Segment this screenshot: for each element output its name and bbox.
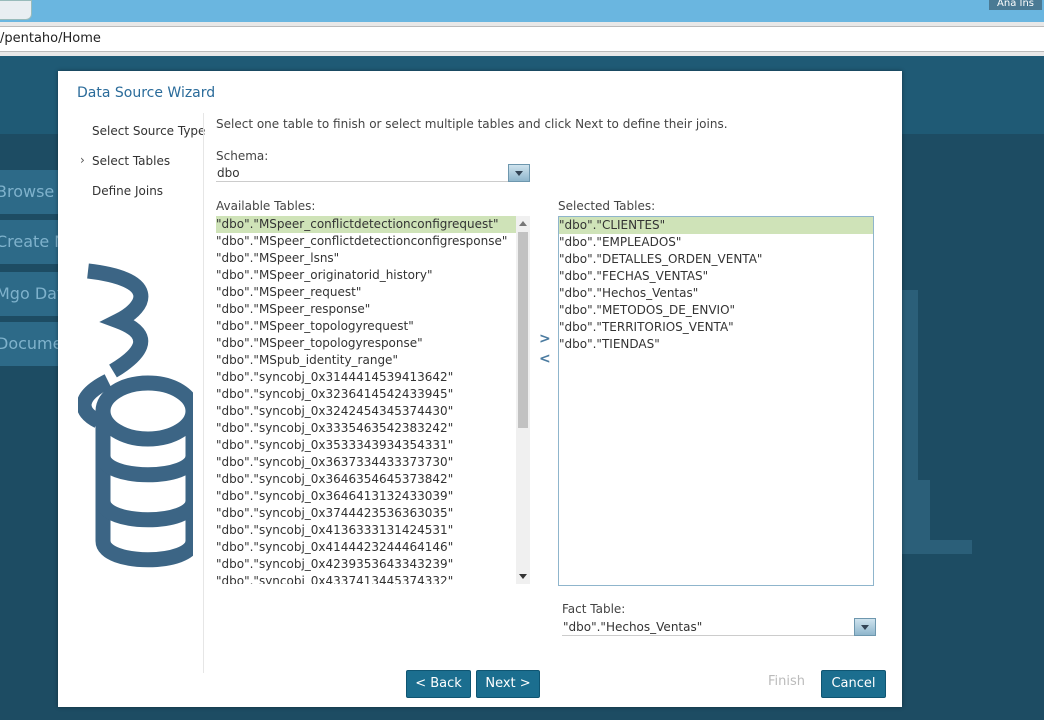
selected-table-item[interactable]: "dbo"."DETALLES_ORDEN_VENTA" bbox=[559, 251, 873, 268]
available-table-item[interactable]: "dbo"."MSpeer_topologyresponse" bbox=[216, 335, 530, 352]
schema-label: Schema: bbox=[216, 149, 269, 163]
available-table-item[interactable]: "dbo"."MSpeer_originatorid_history" bbox=[216, 267, 530, 284]
chevron-down-icon[interactable] bbox=[854, 618, 876, 636]
available-table-item[interactable]: "dbo"."syncobj_0x3646413132433039" bbox=[216, 488, 530, 505]
step-define-joins[interactable]: Define Joins bbox=[92, 184, 163, 198]
available-table-item[interactable]: "dbo"."MSpeer_topologyrequest" bbox=[216, 318, 530, 335]
available-table-item[interactable]: "dbo"."MSpeer_conflictdetectionconfigreq… bbox=[216, 216, 530, 233]
selected-table-item[interactable]: "dbo"."METODOS_DE_ENVIO" bbox=[559, 302, 873, 319]
available-table-item[interactable]: "dbo"."syncobj_0x4144423244464146" bbox=[216, 539, 530, 556]
schema-value: dbo bbox=[217, 166, 240, 180]
step-label: Select Tables bbox=[92, 154, 171, 168]
selected-tables-label: Selected Tables: bbox=[558, 199, 656, 213]
selected-table-item[interactable]: "dbo"."EMPLEADOS" bbox=[559, 234, 873, 251]
available-table-item[interactable]: "dbo"."syncobj_0x3335463542383242" bbox=[216, 420, 530, 437]
chevron-down-icon[interactable] bbox=[508, 164, 530, 182]
available-table-item[interactable]: "dbo"."syncobj_0x3144414539413642" bbox=[216, 369, 530, 386]
fact-table-select[interactable]: "dbo"."Hechos_Ventas" bbox=[562, 618, 876, 636]
selected-table-item[interactable]: "dbo"."TIENDAS" bbox=[559, 336, 873, 353]
available-table-item[interactable]: "dbo"."syncobj_0x3533343934354331" bbox=[216, 437, 530, 454]
fact-table-label: Fact Table: bbox=[562, 602, 626, 616]
available-table-item[interactable]: "dbo"."MSpub_identity_range" bbox=[216, 352, 530, 369]
instruction-text: Select one table to finish or select mul… bbox=[216, 117, 728, 131]
selected-table-item[interactable]: "dbo"."Hechos_Ventas" bbox=[559, 285, 873, 302]
available-table-item[interactable]: "dbo"."syncobj_0x3744423536363035" bbox=[216, 505, 530, 522]
available-tables-scrollbar[interactable] bbox=[516, 216, 530, 584]
available-table-item[interactable]: "dbo"."syncobj_0x3646354645373842" bbox=[216, 471, 530, 488]
selected-table-item[interactable]: "dbo"."TERRITORIOS_VENTA" bbox=[559, 319, 873, 336]
database-icon bbox=[78, 263, 193, 568]
schema-select[interactable]: dbo bbox=[216, 164, 530, 182]
background-menu-data: Mgo Data bbox=[0, 272, 62, 316]
next-button[interactable]: Next > bbox=[476, 670, 540, 698]
back-button[interactable]: < Back bbox=[406, 670, 471, 698]
address-bar: /pentaho/Home bbox=[0, 22, 1044, 56]
url-input[interactable]: /pentaho/Home bbox=[0, 26, 1044, 52]
steps-divider bbox=[203, 113, 204, 673]
fact-table-value: "dbo"."Hechos_Ventas" bbox=[563, 620, 703, 634]
browser-tab[interactable] bbox=[0, 0, 32, 20]
scroll-thumb[interactable] bbox=[518, 232, 528, 428]
available-table-item[interactable]: "dbo"."MSpeer_request" bbox=[216, 284, 530, 301]
available-table-item[interactable]: "dbo"."MSpeer_conflictdetectionconfigres… bbox=[216, 233, 530, 250]
selected-tables-list[interactable]: "dbo"."CLIENTES" "dbo"."EMPLEADOS" "dbo"."… bbox=[558, 216, 874, 586]
available-table-item[interactable]: "dbo"."MSpeer_lsns" bbox=[216, 250, 530, 267]
add-table-button[interactable]: > bbox=[539, 331, 551, 347]
background-menu-create: Create N bbox=[0, 220, 62, 264]
available-table-item[interactable]: "dbo"."syncobj_0x4136333131424531" bbox=[216, 522, 530, 539]
remove-table-button[interactable]: < bbox=[539, 351, 551, 367]
step-select-source-type[interactable]: Select Source Type bbox=[92, 124, 205, 138]
available-table-item[interactable]: "dbo"."syncobj_0x4239353643343239" bbox=[216, 556, 530, 573]
scroll-up-icon[interactable] bbox=[519, 221, 527, 226]
background-menu-documents: Documen bbox=[0, 322, 62, 366]
available-table-item[interactable]: "dbo"."syncobj_0x3242454345374430" bbox=[216, 403, 530, 420]
step-select-tables[interactable]: › Select Tables bbox=[80, 153, 171, 168]
available-table-item[interactable]: "dbo"."syncobj_0x4337413445374332" bbox=[216, 573, 530, 584]
available-table-item[interactable]: "dbo"."syncobj_0x3236414542433945" bbox=[216, 386, 530, 403]
background-decoration bbox=[900, 540, 972, 554]
available-table-item[interactable]: "dbo"."MSpeer_response" bbox=[216, 301, 530, 318]
user-badge[interactable]: Ana Ins bbox=[989, 0, 1042, 10]
background-decoration bbox=[900, 480, 930, 540]
cancel-button[interactable]: Cancel bbox=[821, 670, 886, 698]
data-source-wizard-dialog: Data Source Wizard Select Source Type › … bbox=[58, 71, 902, 707]
dialog-title: Data Source Wizard bbox=[77, 85, 216, 101]
available-tables-list[interactable]: "dbo"."MSpeer_conflictdetectionconfigreq… bbox=[216, 216, 530, 584]
scroll-down-icon[interactable] bbox=[519, 574, 527, 579]
available-tables-label: Available Tables: bbox=[216, 199, 316, 213]
browser-tab-bar: Ana Ins bbox=[0, 0, 1044, 22]
selected-table-item[interactable]: "dbo"."FECHAS_VENTAS" bbox=[559, 268, 873, 285]
finish-button[interactable]: Finish bbox=[768, 674, 805, 689]
chevron-right-icon: › bbox=[80, 153, 85, 167]
selected-table-item[interactable]: "dbo"."CLIENTES" bbox=[559, 217, 873, 234]
available-table-item[interactable]: "dbo"."syncobj_0x3637334433373730" bbox=[216, 454, 530, 471]
background-menu-browse: Browse Fi bbox=[0, 170, 62, 214]
